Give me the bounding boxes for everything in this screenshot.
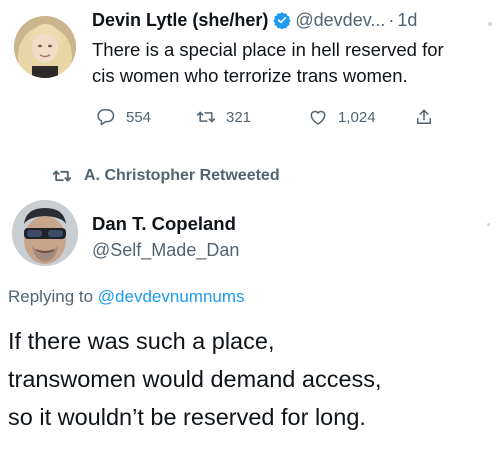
tweet-text-line: If there was such a place, [8, 328, 275, 354]
replying-to-handle[interactable]: @devdevnumnums [98, 287, 245, 306]
like-count: 1,024 [338, 108, 376, 126]
tweet-text-line: There is a special place in hell reserve… [92, 39, 444, 60]
share-icon [417, 109, 431, 124]
tweet-text: There is a special place in hell reserve… [92, 37, 494, 89]
retweet-count: 321 [226, 108, 252, 126]
retweeted-icon [52, 170, 72, 182]
replying-to: Replying to @devdevnumnums [8, 287, 245, 307]
original-tweet[interactable]: Devin Lytle (she/her) @devdev... · 1d Th… [0, 0, 500, 148]
separator-dot: · [388, 9, 395, 30]
avatar-image [14, 16, 76, 78]
display-name[interactable]: Devin Lytle (she/her) [92, 10, 268, 31]
share-button[interactable] [414, 107, 434, 127]
tweet-text-line: so it wouldn’t be reserved for long. [8, 404, 366, 430]
retweeted-by-banner[interactable]: A. Christopher Retweeted [52, 164, 280, 188]
tweet-text-line: cis women who terrorize trans women. [92, 65, 408, 86]
display-name[interactable]: Dan T. Copeland [92, 213, 236, 235]
avatar[interactable] [14, 16, 76, 78]
like-icon [310, 110, 326, 125]
reply-button[interactable]: 554 [96, 107, 196, 127]
tweet-header: Devin Lytle (she/her) @devdev... · 1d [92, 7, 417, 33]
verified-badge-icon [273, 12, 292, 29]
handle[interactable]: @devdev... [295, 10, 385, 31]
replying-to-prefix: Replying to [8, 287, 94, 306]
more-options-icon[interactable] [487, 223, 490, 226]
avatar[interactable] [12, 200, 78, 266]
tweet-actions: 554 321 1,024 [96, 104, 434, 130]
timestamp[interactable]: 1d [397, 10, 417, 31]
retweet-button[interactable]: 321 [196, 107, 308, 127]
handle[interactable]: @Self_Made_Dan [92, 240, 239, 261]
retweeted-label: A. Christopher Retweeted [84, 167, 280, 184]
more-options-icon[interactable] [488, 22, 492, 26]
tweet-text-line: transwomen would demand access, [8, 366, 382, 392]
reply-icon [97, 109, 115, 126]
reply-count: 554 [126, 108, 152, 126]
like-button[interactable]: 1,024 [308, 107, 414, 127]
avatar-image [12, 200, 78, 266]
retweet-icon [196, 111, 216, 123]
tweet-thread-screenshot: Devin Lytle (she/her) @devdev... · 1d Th… [0, 0, 500, 456]
reply-tweet-text: If there was such a place, transwomen wo… [8, 322, 496, 436]
